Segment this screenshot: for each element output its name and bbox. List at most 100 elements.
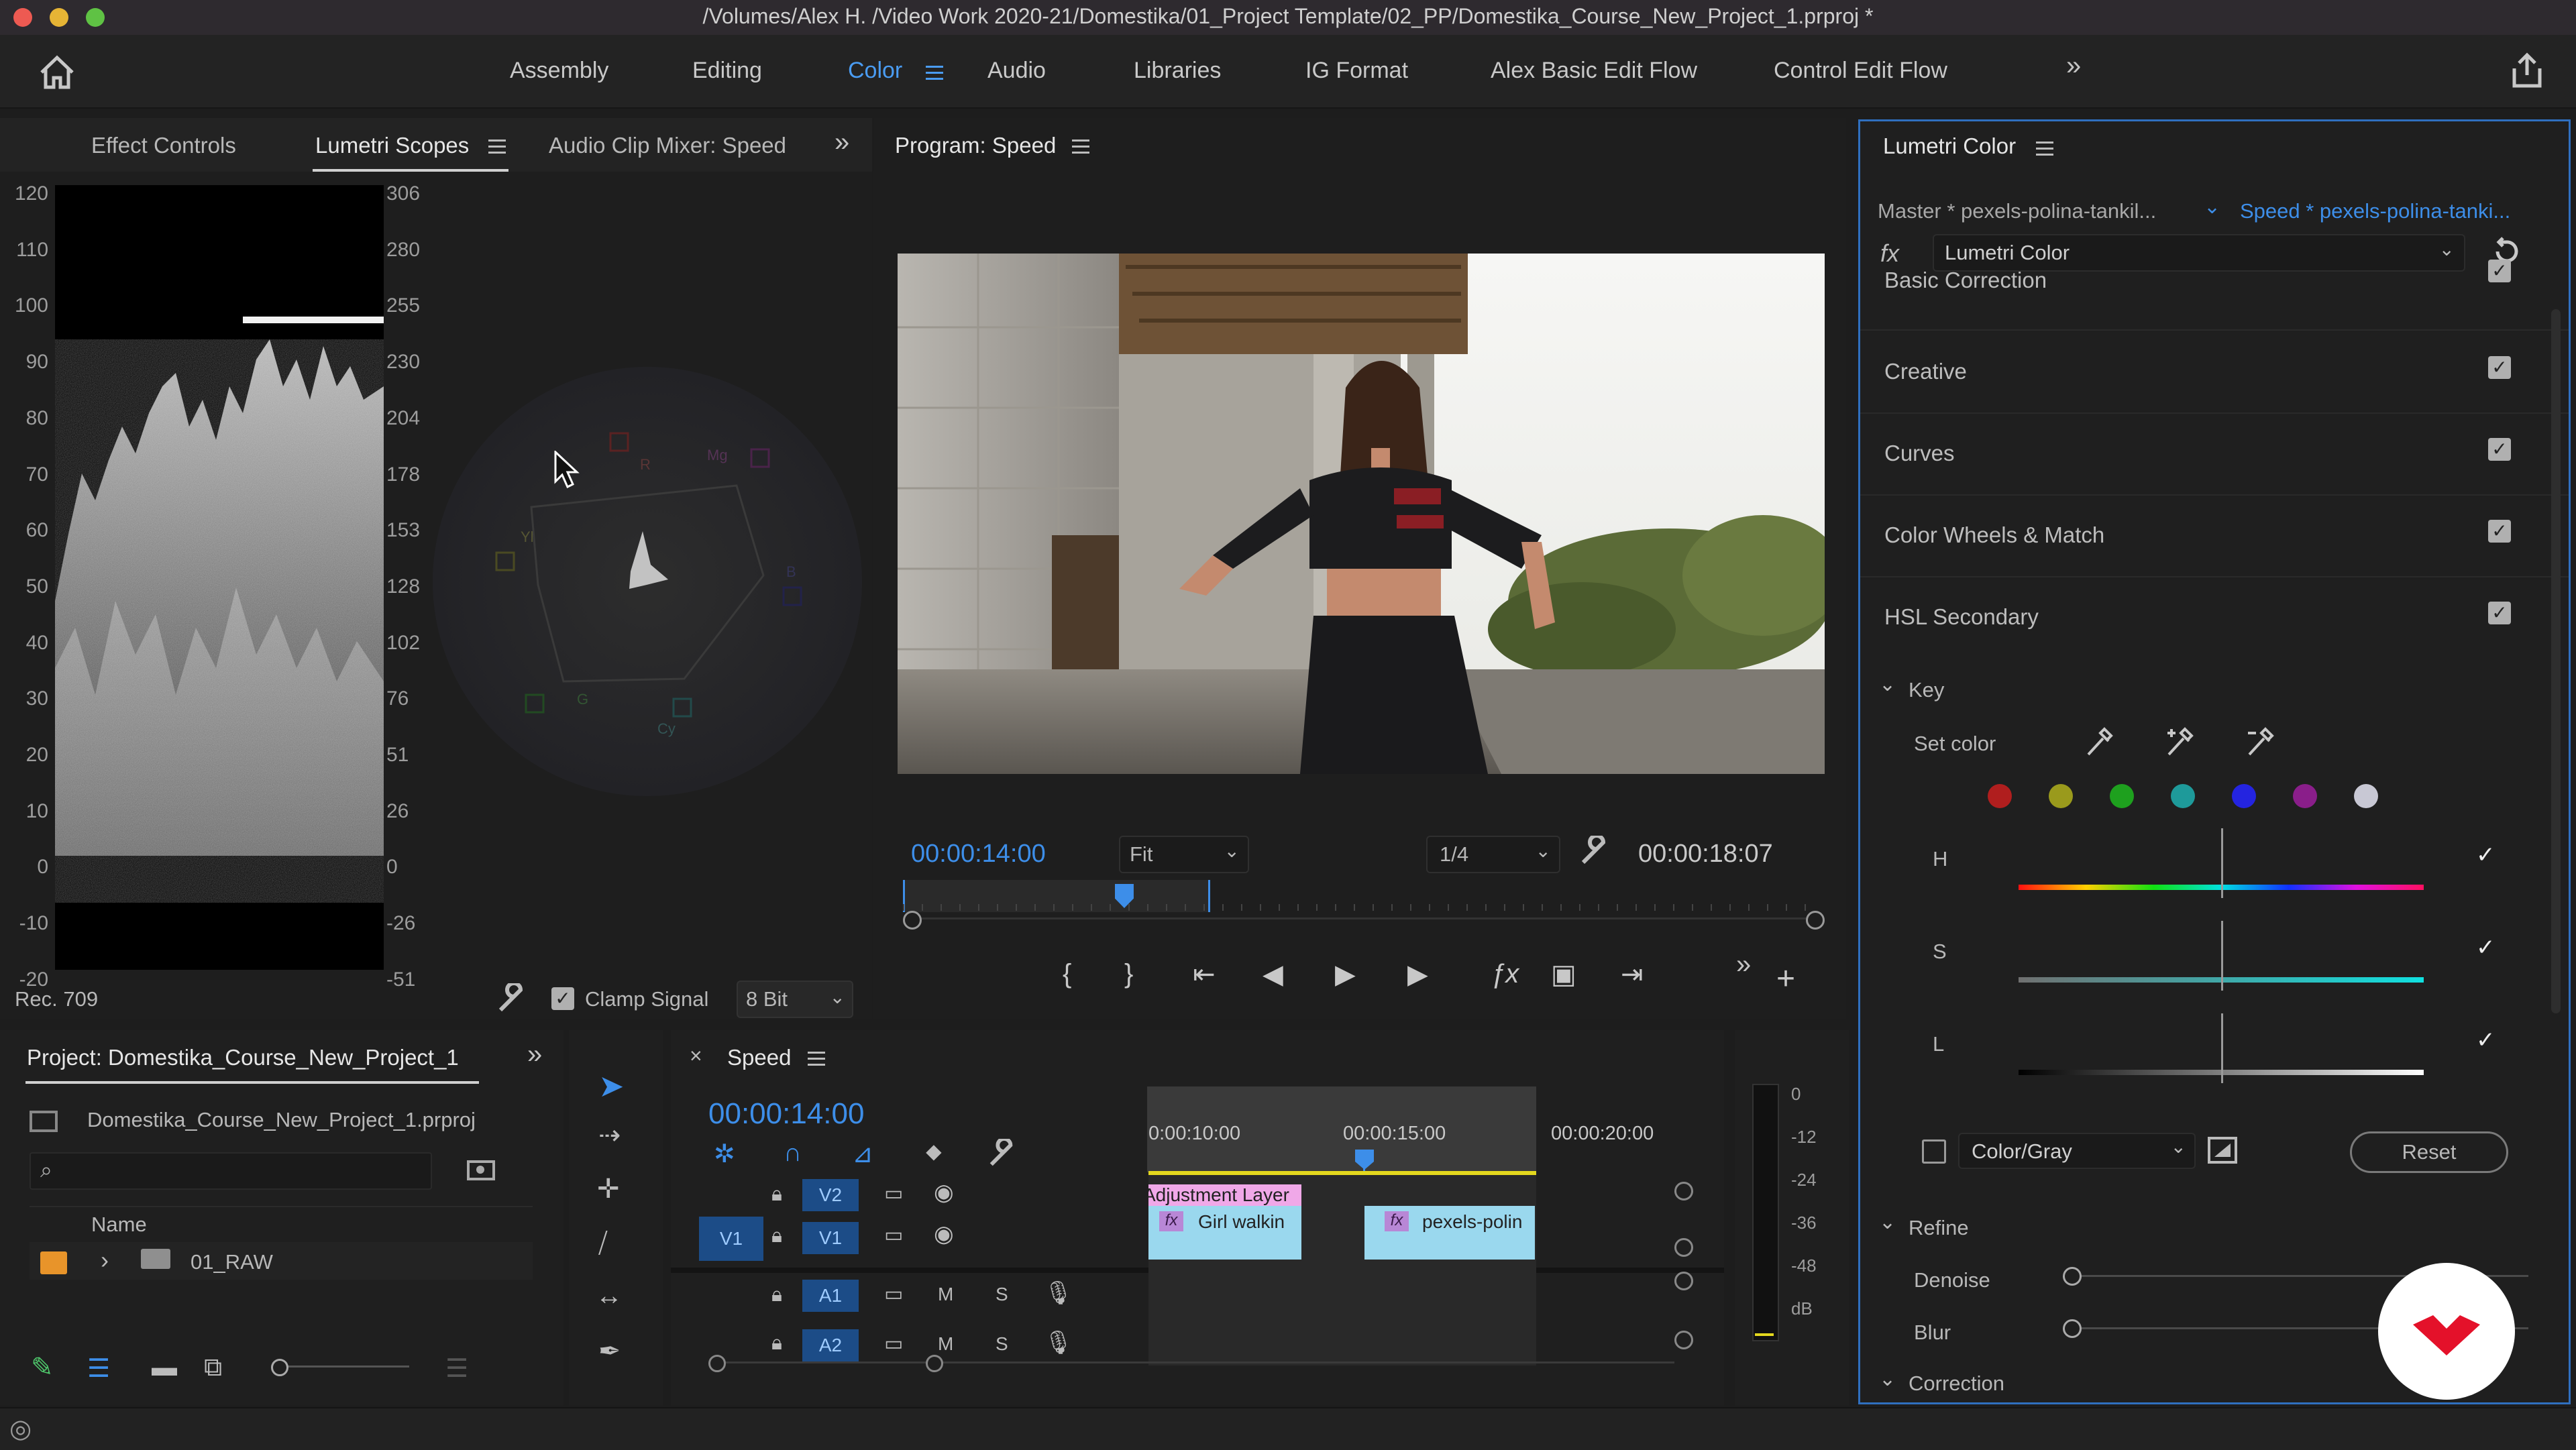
- speed-clip-label[interactable]: Speed * pexels-polina-tanki...: [2240, 199, 2510, 223]
- section-curves[interactable]: Curves ✓: [1860, 412, 2569, 496]
- workspace-tab-alex-basic-edit-flow[interactable]: Alex Basic Edit Flow: [1491, 58, 1697, 84]
- denoise-slider-thumb[interactable]: [2063, 1267, 2082, 1286]
- pencil-icon[interactable]: ✎: [31, 1352, 54, 1383]
- clip-girl-walkin[interactable]: fx Girl walkin: [1148, 1206, 1301, 1260]
- clip-pexels-polin[interactable]: fx pexels-polin: [1364, 1206, 1535, 1260]
- timeline-horizontal-scrollbar[interactable]: [715, 1361, 1674, 1363]
- track-v1[interactable]: V1: [802, 1222, 859, 1254]
- track-scroll-handle[interactable]: [1674, 1331, 1693, 1349]
- tab-audio-clip-mixer[interactable]: Audio Clip Mixer: Speed: [549, 133, 786, 158]
- zoom-dropdown[interactable]: Fit ⌄: [1119, 836, 1249, 873]
- sync-lock-icon[interactable]: ▭: [884, 1182, 903, 1205]
- linked-selection-icon[interactable]: ∩: [784, 1139, 802, 1168]
- saturation-range-handle[interactable]: [2221, 921, 2237, 991]
- section-enable-checkbox[interactable]: ✓: [2488, 260, 2511, 282]
- source-patch-v1[interactable]: V1: [699, 1217, 763, 1261]
- snap-in-timeline-icon[interactable]: ✲: [714, 1139, 735, 1169]
- program-monitor-title[interactable]: Program: Speed: [895, 133, 1056, 158]
- section-color-wheels-match[interactable]: Color Wheels & Match ✓: [1860, 494, 2569, 577]
- color-swatch[interactable]: [2232, 784, 2256, 808]
- luminance-range-handle[interactable]: [2221, 1013, 2237, 1083]
- section-creative[interactable]: Creative ✓: [1860, 331, 2569, 414]
- add-marker-icon[interactable]: ⊿: [852, 1139, 873, 1169]
- workspace-menu-icon[interactable]: [926, 66, 943, 80]
- eyedropper-add-icon[interactable]: [2165, 726, 2194, 759]
- fx-icon[interactable]: ƒx: [1491, 959, 1519, 989]
- lock-icon[interactable]: 🔒︎: [771, 1332, 782, 1355]
- scopes-menu-icon[interactable]: [488, 140, 506, 154]
- workspace-tab-color[interactable]: Color: [848, 58, 902, 84]
- program-timecode-current[interactable]: 00:00:14:00: [911, 840, 1046, 869]
- effect-dropdown[interactable]: Lumetri Color ⌄: [1933, 234, 2465, 272]
- pen-tool-icon[interactable]: ✒: [598, 1336, 621, 1367]
- blur-slider-thumb[interactable]: [2063, 1319, 2082, 1338]
- scrollbar-end-handle[interactable]: [926, 1355, 943, 1372]
- section-enable-checkbox[interactable]: ✓: [2488, 602, 2511, 624]
- program-settings-wrench-icon[interactable]: [1579, 836, 1610, 867]
- step-forward-icon[interactable]: ▶: [1407, 959, 1428, 990]
- track-scroll-handle[interactable]: [1674, 1182, 1693, 1201]
- workspace-tab-assembly[interactable]: Assembly: [510, 58, 608, 84]
- sync-lock-icon[interactable]: ▭: [884, 1223, 903, 1247]
- workspace-tab-libraries[interactable]: Libraries: [1134, 58, 1221, 84]
- mark-in-icon[interactable]: {: [1063, 959, 1071, 989]
- sequence-menu-icon[interactable]: [808, 1052, 825, 1066]
- color-swatch[interactable]: [1988, 784, 2012, 808]
- mute-track-button[interactable]: M: [938, 1284, 953, 1305]
- eye-icon[interactable]: ◉: [934, 1179, 954, 1206]
- refine-label[interactable]: Refine: [1909, 1216, 1969, 1240]
- workspace-overflow-icon[interactable]: »: [2066, 51, 2081, 81]
- invert-mask-icon[interactable]: [2206, 1135, 2239, 1165]
- lumetri-menu-icon[interactable]: [2036, 142, 2053, 156]
- scrollbar-start-handle[interactable]: [708, 1355, 726, 1372]
- selection-tool-icon[interactable]: ➤: [598, 1068, 625, 1104]
- eyedropper-icon[interactable]: [2084, 726, 2114, 759]
- hue-enable-checkmark-icon[interactable]: ✓: [2476, 842, 2496, 869]
- home-icon[interactable]: [39, 55, 75, 90]
- mute-track-button[interactable]: M: [938, 1333, 953, 1355]
- chevron-right-icon[interactable]: ›: [101, 1246, 109, 1274]
- luminance-enable-checkmark-icon[interactable]: ✓: [2476, 1027, 2496, 1054]
- chevron-down-icon[interactable]: ⌄: [1879, 1368, 1896, 1391]
- lock-icon[interactable]: 🔒︎: [771, 1183, 782, 1206]
- column-name-header[interactable]: Name: [91, 1213, 147, 1237]
- solo-track-button[interactable]: S: [996, 1333, 1008, 1355]
- marker-icon[interactable]: ⬥: [926, 1139, 942, 1165]
- zoom-slider[interactable]: [282, 1365, 409, 1368]
- track-a2[interactable]: A2: [802, 1329, 859, 1361]
- scrubber-end-handle[interactable]: [1806, 911, 1825, 930]
- sequence-tab[interactable]: Speed: [727, 1045, 791, 1070]
- workspace-tab-audio[interactable]: Audio: [987, 58, 1046, 84]
- saturation-enable-checkmark-icon[interactable]: ✓: [2476, 934, 2496, 961]
- new-search-bin-icon[interactable]: [466, 1156, 496, 1183]
- project-overflow-icon[interactable]: »: [527, 1040, 542, 1070]
- lock-icon[interactable]: 🔒︎: [771, 1284, 782, 1306]
- list-item[interactable]: › 01_RAW: [30, 1242, 533, 1280]
- eye-icon[interactable]: ◉: [934, 1221, 954, 1247]
- clip-adjustment-layer[interactable]: Adjustment Layer: [1148, 1184, 1301, 1206]
- workspace-tab-control-edit-flow[interactable]: Control Edit Flow: [1774, 58, 1947, 84]
- project-panel-title[interactable]: Project: Domestika_Course_New_Project_1: [27, 1045, 459, 1070]
- project-search-input[interactable]: ⌕: [30, 1152, 432, 1190]
- zoom-slider-thumb[interactable]: [271, 1359, 288, 1376]
- chevron-down-icon[interactable]: ⌄: [1879, 673, 1896, 696]
- scope-settings-wrench-icon[interactable]: [496, 983, 527, 1014]
- lumetri-scrollbar[interactable]: [2551, 309, 2561, 1013]
- clamp-signal-checkbox[interactable]: ✓: [551, 987, 574, 1010]
- track-a1[interactable]: A1: [802, 1280, 859, 1312]
- list-view-icon[interactable]: ☰: [87, 1353, 110, 1384]
- track-select-tool-icon[interactable]: ⇢: [598, 1120, 621, 1151]
- chevron-down-icon[interactable]: ⌄: [1879, 1211, 1896, 1234]
- export-frame-icon[interactable]: ▣: [1551, 959, 1576, 990]
- razor-tool-icon[interactable]: ⧸: [598, 1229, 608, 1259]
- display-mode-dropdown[interactable]: Color/Gray ⌄: [1958, 1133, 2196, 1169]
- show-mask-checkbox[interactable]: [1922, 1139, 1946, 1164]
- bit-depth-dropdown[interactable]: 8 Bit ⌄: [737, 981, 853, 1018]
- go-to-out-icon[interactable]: ⇥: [1621, 959, 1644, 990]
- slip-tool-icon[interactable]: ↔: [596, 1281, 623, 1311]
- color-swatch[interactable]: [2110, 784, 2134, 808]
- timeline-settings-wrench-icon[interactable]: [987, 1139, 1017, 1168]
- sync-lock-icon[interactable]: ▭: [884, 1332, 903, 1355]
- correction-label[interactable]: Correction: [1909, 1372, 2004, 1396]
- key-label[interactable]: Key: [1909, 678, 1944, 702]
